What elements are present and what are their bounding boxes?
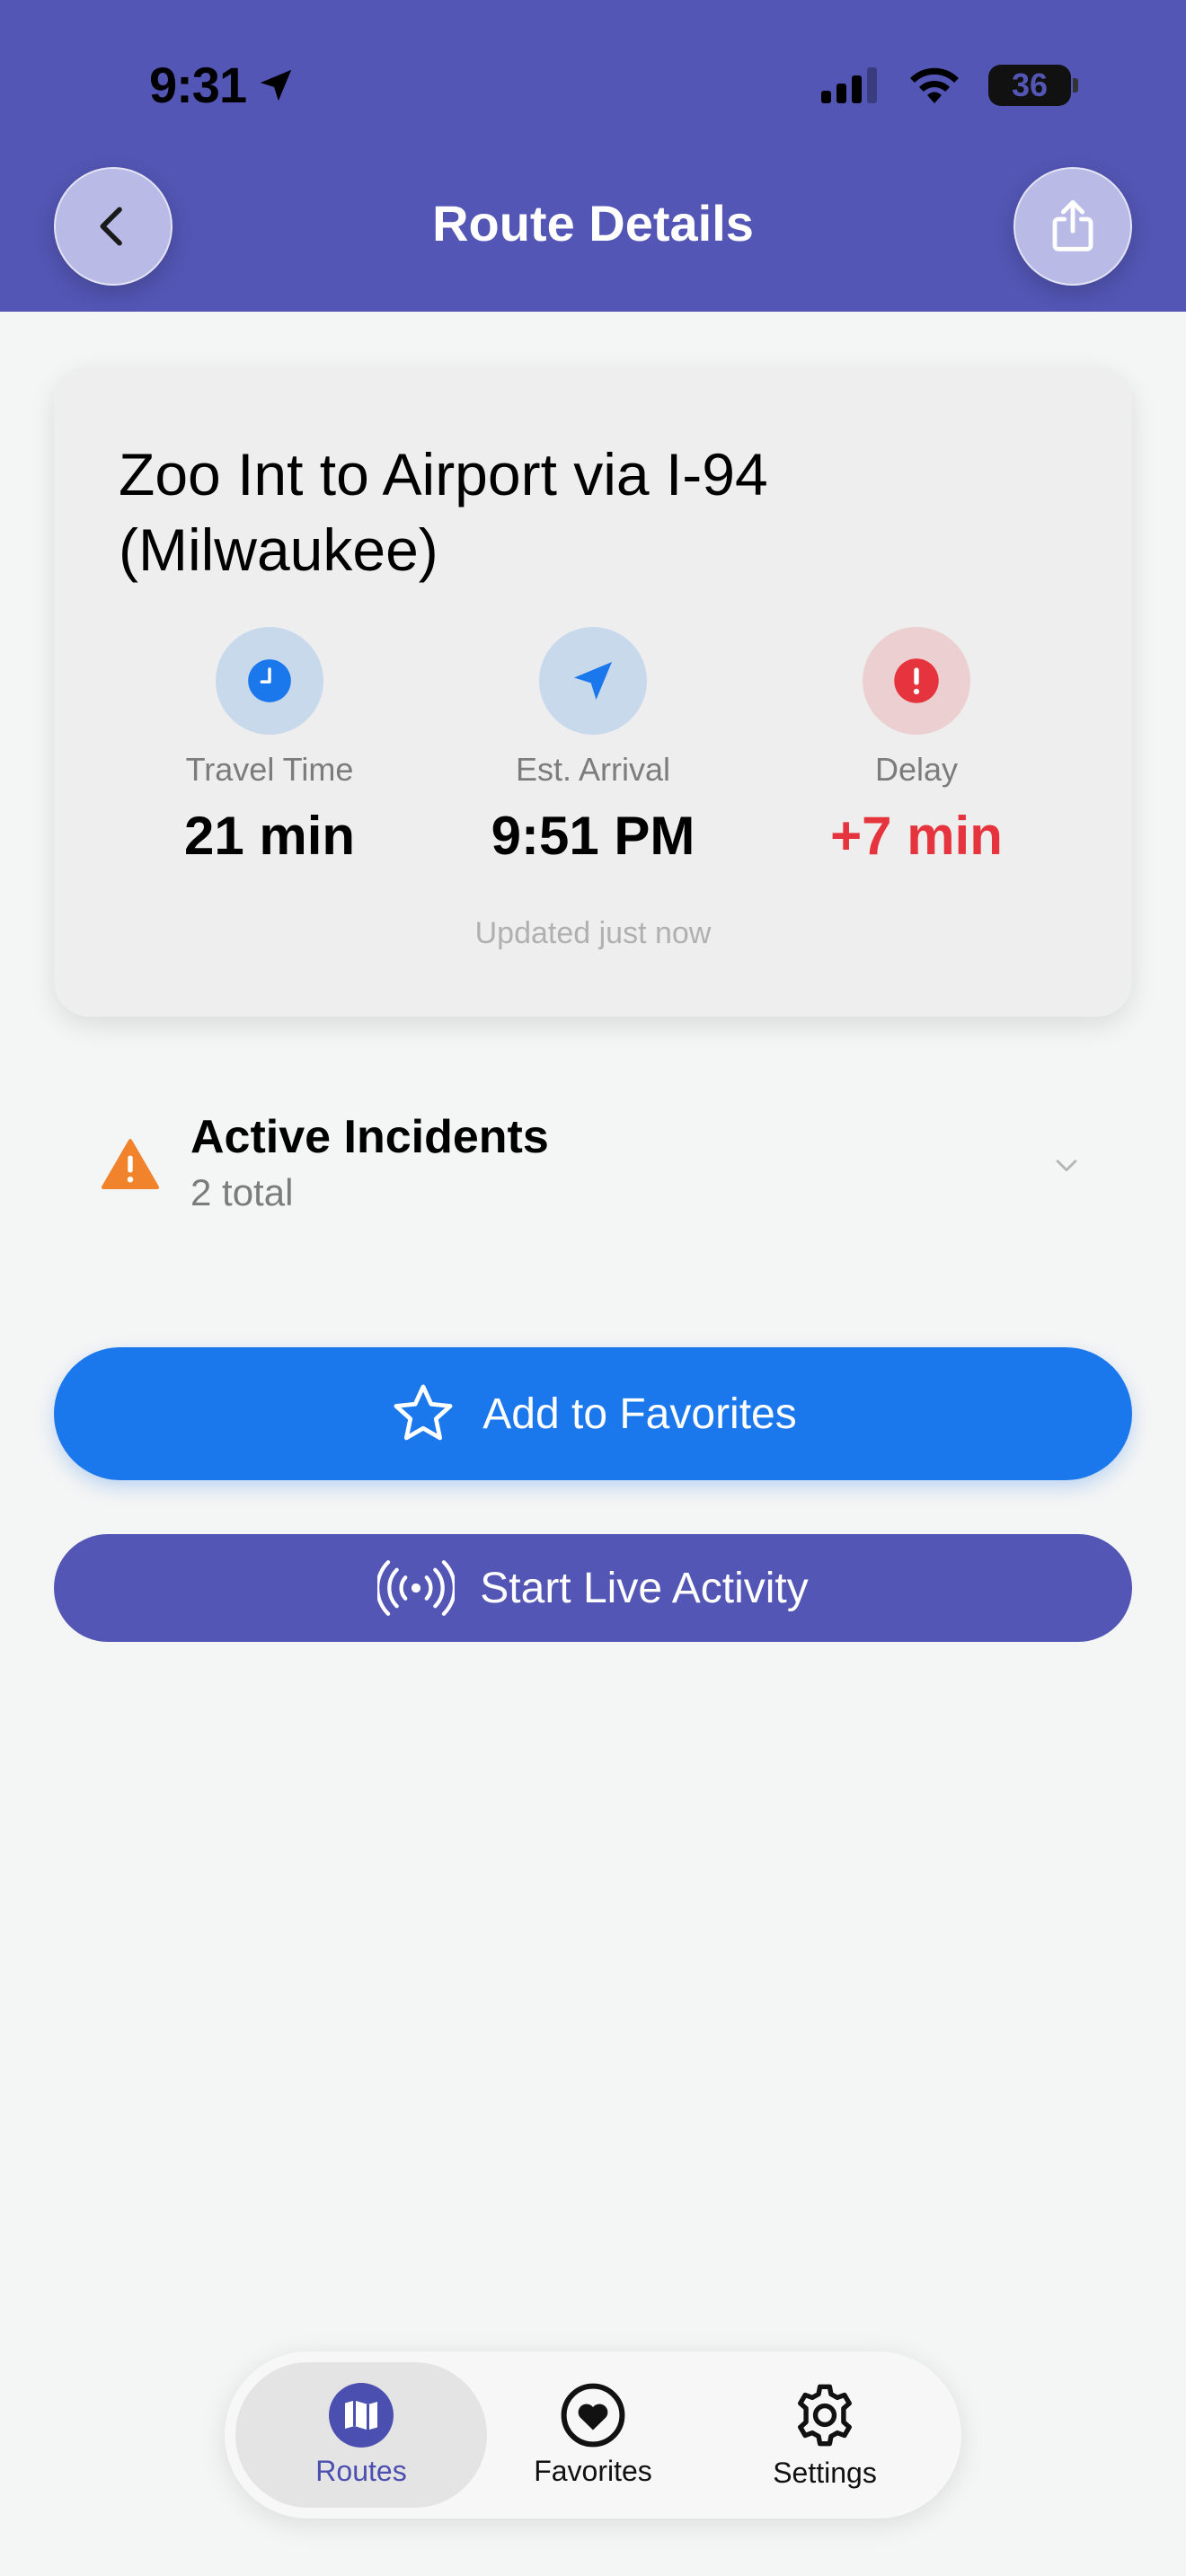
alert-icon [894, 658, 939, 703]
stat-label: Est. Arrival [515, 751, 671, 788]
page-title: Route Details [432, 195, 754, 251]
status-bar-indicators: 36 [821, 65, 1078, 106]
navigation-header: 9:31 36 Route Details [0, 0, 1186, 312]
start-live-activity-button[interactable]: Start Live Activity [54, 1534, 1132, 1642]
add-to-favorites-button[interactable]: Add to Favorites [54, 1347, 1132, 1480]
broadcast-icon [377, 1560, 456, 1616]
stat-est-arrival: Est. Arrival 9:51 PM [449, 627, 737, 867]
star-icon [394, 1384, 453, 1441]
wifi-icon [910, 67, 959, 103]
route-title: Zoo Int to Airport via I-94 (Milwaukee) [119, 441, 768, 583]
tab-label: Favorites [534, 2454, 652, 2487]
battery-indicator: 36 [988, 65, 1071, 106]
navigation-arrow-icon [574, 662, 612, 700]
cellular-signal-icon [821, 67, 877, 103]
battery-cap [1073, 78, 1078, 93]
status-bar-time: 9:31 [149, 56, 296, 114]
share-button[interactable] [1013, 167, 1132, 286]
stat-icon-wrap [539, 627, 647, 735]
stat-icon-wrap [216, 627, 323, 735]
stat-delay: Delay +7 min [773, 627, 1060, 867]
stat-value: 9:51 PM [491, 806, 695, 866]
route-summary-card: Zoo Int to Airport via I-94 (Milwaukee) … [54, 366, 1132, 1017]
start-live-activity-label: Start Live Activity [480, 1564, 809, 1612]
tab-label: Settings [773, 2456, 877, 2489]
tab-routes[interactable]: Routes [235, 2362, 487, 2508]
active-incidents-row[interactable]: Active Incidents 2 total [54, 1074, 1132, 1254]
stat-travel-time: Travel Time 21 min [126, 627, 413, 867]
tab-settings[interactable]: Settings [699, 2362, 951, 2508]
battery-level: 36 [1011, 66, 1049, 103]
gear-icon [798, 2384, 852, 2446]
add-to-favorites-label: Add to Favorites [482, 1389, 797, 1438]
chevron-down-icon[interactable] [1051, 1150, 1082, 1180]
incidents-count: 2 total [190, 1171, 294, 1213]
warning-triangle-icon [101, 1139, 160, 1189]
tab-favorites[interactable]: Favorites [467, 2362, 719, 2508]
incidents-title: Active Incidents [190, 1111, 549, 1163]
map-icon [329, 2382, 394, 2448]
stat-icon-wrap [863, 627, 970, 735]
tab-bar: Routes Favorites Settings [225, 2351, 961, 2519]
status-time-text: 9:31 [149, 57, 247, 113]
stat-value: 21 min [183, 806, 356, 866]
tab-label: Routes [315, 2454, 407, 2487]
updated-timestamp: Updated just now [474, 916, 712, 950]
heart-icon [561, 2383, 625, 2447]
stat-value: +7 min [830, 806, 1003, 866]
share-icon [1052, 199, 1093, 251]
clock-icon [248, 659, 291, 702]
location-arrow-icon [260, 69, 292, 101]
stat-label: Travel Time [185, 751, 354, 788]
stat-label: Delay [874, 751, 959, 788]
